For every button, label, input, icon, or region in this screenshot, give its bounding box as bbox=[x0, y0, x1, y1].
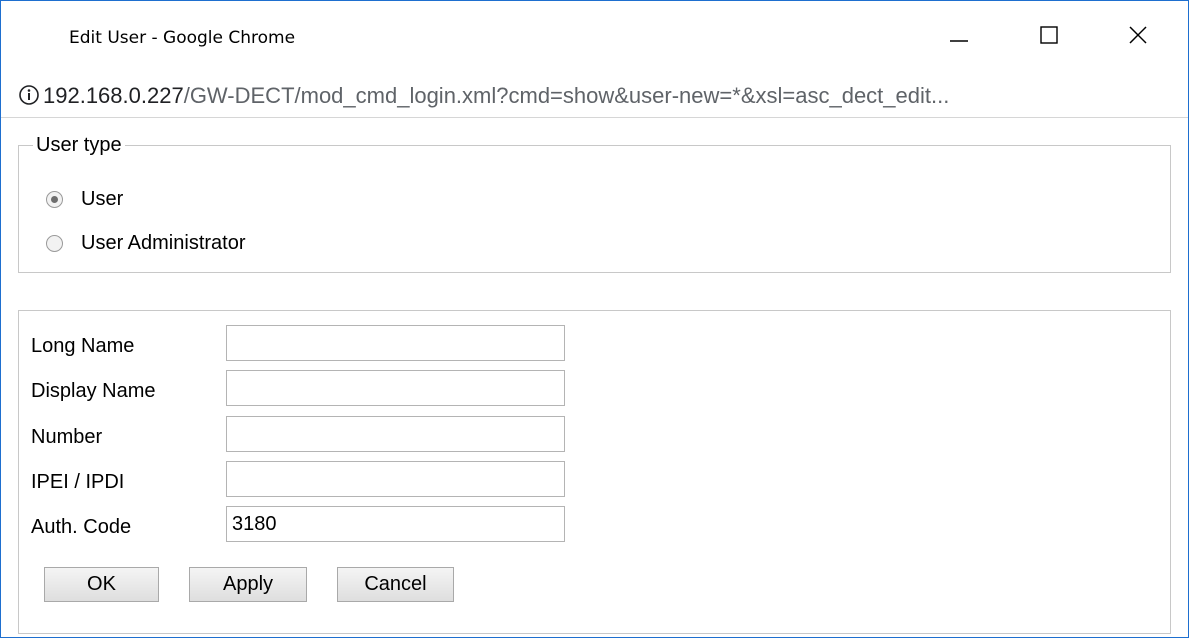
auth-code-input[interactable] bbox=[226, 506, 565, 542]
maximize-icon bbox=[1040, 26, 1058, 44]
ipei-ipdi-label: IPEI / IPDI bbox=[31, 471, 125, 493]
close-icon bbox=[1129, 26, 1147, 44]
display-name-input[interactable] bbox=[226, 370, 565, 406]
radio-user-label: User bbox=[81, 187, 124, 210]
ipei-ipdi-input[interactable] bbox=[226, 461, 565, 497]
auth-code-label: Auth. Code bbox=[31, 516, 132, 538]
display-name-label: Display Name bbox=[31, 380, 156, 402]
number-label: Number bbox=[31, 426, 103, 448]
radio-user-administrator-label: User Administrator bbox=[81, 231, 246, 254]
long-name-label: Long Name bbox=[31, 335, 135, 357]
info-icon[interactable] bbox=[18, 84, 40, 106]
user-type-legend: User type bbox=[33, 134, 125, 157]
browser-popup-window: Edit User - Google Chrome 192.168.0.227/… bbox=[0, 0, 1189, 638]
long-name-input[interactable] bbox=[226, 325, 565, 361]
number-input[interactable] bbox=[226, 416, 565, 452]
ok-button[interactable]: OK bbox=[44, 567, 159, 602]
title-bar: Edit User - Google Chrome bbox=[1, 1, 1188, 59]
minimize-icon bbox=[950, 40, 968, 42]
radio-button-unchecked[interactable] bbox=[46, 234, 63, 252]
radio-user-administrator[interactable]: User Administrator bbox=[46, 230, 246, 256]
maximize-button[interactable] bbox=[1019, 9, 1079, 59]
radio-user[interactable]: User bbox=[46, 186, 123, 212]
apply-button[interactable]: Apply bbox=[189, 567, 307, 602]
url-host: 192.168.0.227 bbox=[43, 83, 184, 108]
radio-button-checked[interactable] bbox=[46, 190, 63, 208]
window-title: Edit User - Google Chrome bbox=[69, 28, 296, 48]
url-text: 192.168.0.227/GW-DECT/mod_cmd_login.xml?… bbox=[43, 83, 949, 109]
cancel-button[interactable]: Cancel bbox=[337, 567, 454, 602]
minimize-button[interactable] bbox=[929, 9, 989, 59]
close-button[interactable] bbox=[1108, 9, 1168, 59]
url-path: /GW-DECT/mod_cmd_login.xml?cmd=show&user… bbox=[183, 83, 950, 108]
